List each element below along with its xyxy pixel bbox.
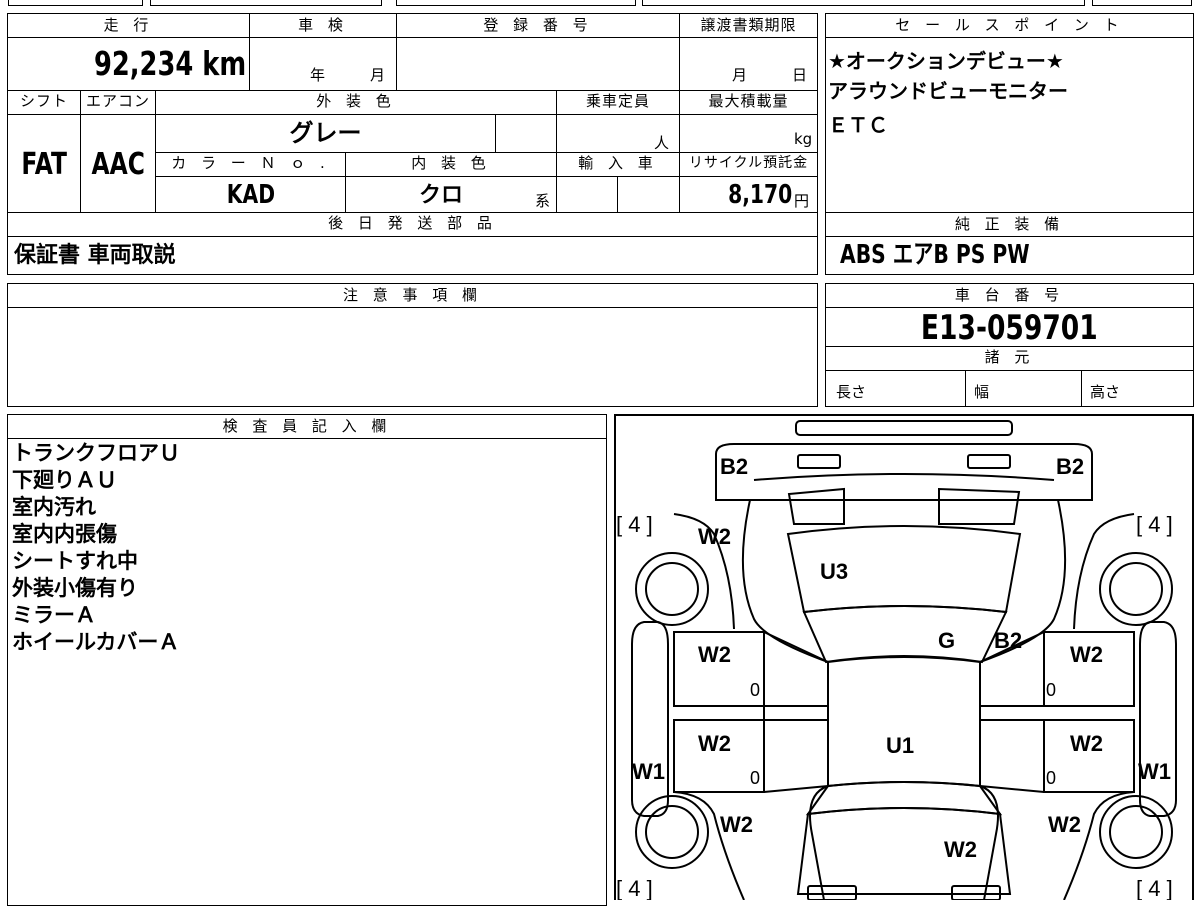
mark-w2-rear-door-right: W2: [1070, 642, 1103, 667]
specs-length: 長さ: [836, 383, 867, 401]
mileage-label: 走 行: [103, 16, 154, 34]
sales-point-line-1: ★オークションデビュー★: [828, 49, 1064, 73]
inspector-line-7: ミラーＡ: [12, 603, 96, 627]
interior-color-suffix: 系: [535, 192, 551, 210]
mark-w2-rear-quarter-left: W2: [698, 524, 731, 549]
mark-tire-rr: [ 4 ]: [1136, 512, 1173, 537]
mark-zero-rl: 0: [750, 680, 760, 700]
max-load-label: 最大積載量: [708, 92, 789, 110]
chassis-number-value: E13-059701: [921, 308, 1098, 348]
specs-width: 幅: [974, 383, 990, 401]
inspector-line-1: トランクフロアＵ: [12, 441, 180, 465]
mark-zero-rr: 0: [1046, 680, 1056, 700]
chassis-specs-box: 車 台 番 号 E13-059701 諸 元 長さ 幅 高さ: [825, 283, 1194, 407]
genuine-equipment-label: 純 正 装 備: [954, 215, 1065, 233]
inspector-box: 検 査 員 記 入 欄 トランクフロアＵ 下廻りＡＵ 室内汚れ 室内内張傷 シー…: [7, 414, 607, 906]
shaken-year-unit: 年: [310, 66, 326, 84]
transfer-month-unit: 月: [732, 66, 748, 84]
inspector-label: 検 査 員 記 入 欄: [222, 417, 392, 435]
specs-height: 高さ: [1090, 383, 1121, 401]
mark-w2-rear-door-left: W2: [698, 642, 731, 667]
capacity-unit: 人: [654, 134, 670, 152]
mileage-value: 92,234 km: [93, 44, 246, 83]
mark-w2-front-fender-right: W2: [1048, 812, 1081, 837]
genuine-equipment-value: ABS エアB PS PW: [840, 240, 1030, 270]
mark-zero-fr: 0: [1046, 768, 1056, 788]
recycle-label: リサイクル預託金: [688, 155, 809, 171]
shift-value: FAT: [21, 147, 67, 182]
mark-tire-fr: [ 4 ]: [1136, 876, 1173, 900]
mark-tire-rl: [ 4 ]: [616, 512, 653, 537]
car-damage-diagram: B2 B2 [ 4 ] [ 4 ] W2 U3 G B2 W2 W2 W2 W2…: [614, 414, 1194, 900]
specs-label: 諸 元: [984, 348, 1035, 366]
recycle-value: 8,170: [727, 180, 792, 210]
recycle-unit: 円: [794, 192, 810, 210]
shaken-label: 車 検: [298, 16, 348, 34]
color-no-value: KAD: [226, 180, 275, 210]
mark-w2-front-fender-left: W2: [720, 812, 753, 837]
registration-number-label: 登 録 番 号: [483, 16, 593, 34]
inspector-line-6: 外装小傷有り: [12, 576, 138, 600]
mark-g-rear-glass: G: [938, 628, 955, 653]
inspector-line-8: ホイールカバーＡ: [12, 630, 180, 654]
inspector-line-2: 下廻りＡＵ: [12, 468, 117, 492]
interior-color-value: クロ: [418, 183, 463, 208]
mark-w2-front-door-left: W2: [698, 731, 731, 756]
mark-b2-roof: B2: [994, 628, 1022, 653]
sales-point-line-2: アラウンドビューモニター: [828, 79, 1068, 103]
aircon-label: エアコン: [85, 92, 150, 110]
mark-w1-left: W1: [632, 759, 665, 784]
inspector-line-4: 室内内張傷: [12, 522, 117, 546]
mark-b2-rear-left: B2: [720, 454, 748, 479]
inspector-line-3: 室内汚れ: [12, 495, 96, 519]
color-no-label: カ ラ ー Ｎ ｏ .: [171, 154, 330, 172]
transfer-deadline-label: 譲渡書類期限: [700, 16, 797, 34]
notes-label: 注 意 事 項 欄: [342, 286, 483, 304]
mark-w1-right: W1: [1138, 759, 1171, 784]
mark-w2-front-door-right: W2: [1070, 731, 1103, 756]
shift-label: シフト: [19, 92, 68, 110]
mark-w2-hood: W2: [944, 837, 977, 862]
later-parts-value: 保証書 車両取説: [14, 243, 176, 268]
mark-u1-roof: U1: [886, 733, 914, 758]
top-strip: [0, 0, 1200, 8]
sales-points-box: セ ー ル ス ポ イ ン ト ★オークションデビュー★ アラウンドビューモニタ…: [825, 13, 1194, 213]
mark-u3-trunk: U3: [820, 559, 848, 584]
transfer-day-unit: 日: [792, 66, 808, 84]
aircon-value: AAC: [91, 147, 145, 182]
shaken-month-unit: 月: [370, 66, 386, 84]
mark-zero-fl: 0: [750, 768, 760, 788]
vehicle-info-table: 走 行 車 検 登 録 番 号 譲渡書類期限 92,234 km 年 月 月 日…: [7, 13, 818, 275]
notes-box: 注 意 事 項 欄: [7, 283, 818, 407]
max-load-unit: kg: [794, 130, 813, 148]
genuine-equipment-box: 純 正 装 備 ABS エアB PS PW: [825, 212, 1194, 275]
sales-point-line-3: ＥＴＣ: [828, 113, 888, 137]
import-label: 輸 入 車: [578, 154, 658, 172]
later-parts-label: 後 日 発 送 部 品: [328, 214, 497, 232]
mark-tire-fl: [ 4 ]: [616, 876, 653, 900]
inspector-line-5: シートすれ中: [12, 549, 138, 573]
interior-color-label: 内 装 色: [411, 154, 491, 172]
exterior-color-label: 外 装 色: [316, 92, 396, 110]
mark-b2-rear-right: B2: [1056, 454, 1084, 479]
capacity-label: 乗車定員: [585, 92, 650, 110]
sales-points-label: セ ー ル ス ポ イ ン ト: [895, 16, 1124, 34]
exterior-color-value: グレー: [289, 119, 362, 147]
chassis-number-label: 車 台 番 号: [954, 286, 1065, 304]
